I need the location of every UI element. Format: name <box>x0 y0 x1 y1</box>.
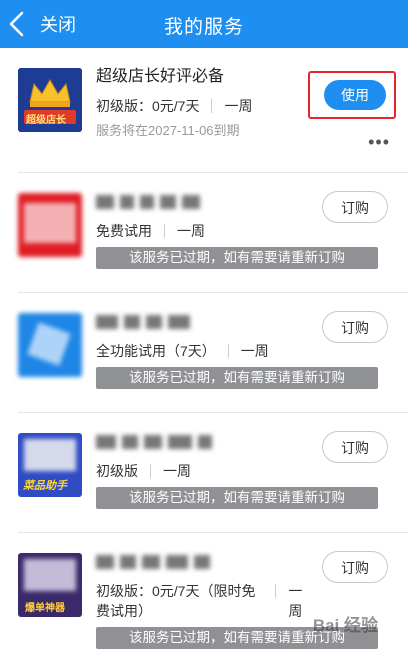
meta-divider <box>164 224 165 238</box>
service-thumbnail: 超级店长 <box>18 68 82 132</box>
page-title: 我的服务 <box>163 17 244 38</box>
use-button[interactable]: 使用 <box>324 80 386 110</box>
service-info: 全功能试用（7天） 一周 <box>96 311 316 361</box>
service-thumbnail: 爆单神器 <box>18 553 82 617</box>
service-info: 免费试用 一周 <box>96 191 316 241</box>
thumbnail-text: 菜品助手 <box>23 480 67 492</box>
service-name-blurred <box>96 431 316 453</box>
service-period: 一周 <box>224 98 253 114</box>
expired-notice: 该服务已过期，如有需要请重新订购 <box>96 367 378 389</box>
service-info: 初级版：0元/7天（限时免费试用） 一周 <box>96 551 316 621</box>
service-info: 初级版 一周 <box>96 431 316 481</box>
subscribe-button[interactable]: 订购 <box>322 191 388 223</box>
service-thumbnail <box>18 193 82 257</box>
watermark-text: Bai 经验 <box>312 616 378 635</box>
service-name-blurred <box>96 191 316 213</box>
service-meta: 初级版：0元/7天（限时免费试用） 一周 <box>96 581 316 621</box>
service-period: 一周 <box>177 223 205 239</box>
service-plan: 初级版：0元/7天 <box>96 98 200 114</box>
service-plan: 全功能试用（7天） <box>96 343 216 359</box>
service-meta: 初级版 一周 <box>96 461 316 481</box>
service-card: 菜品助手 初级版 一周 该服务已过期，如有需要请重新订购 订购 <box>0 413 408 532</box>
service-list: 超级店长 超级店长好评必备 初级版：0元/7天 一周 服务将在2027-11-0… <box>0 48 408 653</box>
service-meta: 全功能试用（7天） 一周 <box>96 341 316 361</box>
meta-divider <box>227 344 229 358</box>
subscribe-button[interactable]: 订购 <box>322 311 388 343</box>
meta-divider <box>211 99 213 113</box>
service-meta: 初级版：0元/7天 一周 <box>96 96 316 116</box>
service-name-blurred <box>96 311 316 333</box>
service-period: 一周 <box>240 343 269 359</box>
thumbnail-text: 爆单神器 <box>25 603 65 614</box>
more-options-icon[interactable]: ••• <box>368 132 390 153</box>
meta-divider <box>275 584 277 598</box>
expired-notice: 该服务已过期，如有需要请重新订购 <box>96 247 378 269</box>
service-period: 一周 <box>163 463 191 479</box>
meta-divider <box>150 464 151 478</box>
subscribe-button[interactable]: 订购 <box>322 431 388 463</box>
service-thumbnail: 菜品助手 <box>18 433 82 497</box>
expire-note: 服务将在2027-11-06到期 <box>96 123 240 138</box>
service-card: 超级店长 超级店长好评必备 初级版：0元/7天 一周 服务将在2027-11-0… <box>0 48 408 172</box>
service-plan: 初级版：0元/7天（限时免费试用） <box>96 583 256 619</box>
service-meta: 免费试用 一周 <box>96 221 316 241</box>
service-info: 超级店长好评必备 初级版：0元/7天 一周 服务将在2027-11-06到期 <box>96 66 316 139</box>
service-thumbnail <box>18 313 82 377</box>
service-name-blurred <box>96 551 316 573</box>
thumbnail-text: 超级店长 <box>26 115 66 126</box>
service-card: 免费试用 一周 该服务已过期，如有需要请重新订购 订购 <box>0 173 408 292</box>
service-name: 超级店长好评必备 <box>96 68 225 85</box>
expired-notice: 该服务已过期，如有需要请重新订购 <box>96 487 378 509</box>
top-bar: 关闭 我的服务 <box>0 0 408 48</box>
service-plan: 免费试用 <box>96 223 152 239</box>
service-plan: 初级版 <box>96 463 138 479</box>
subscribe-button[interactable]: 订购 <box>322 551 388 583</box>
service-card: 全功能试用（7天） 一周 该服务已过期，如有需要请重新订购 订购 <box>0 293 408 412</box>
